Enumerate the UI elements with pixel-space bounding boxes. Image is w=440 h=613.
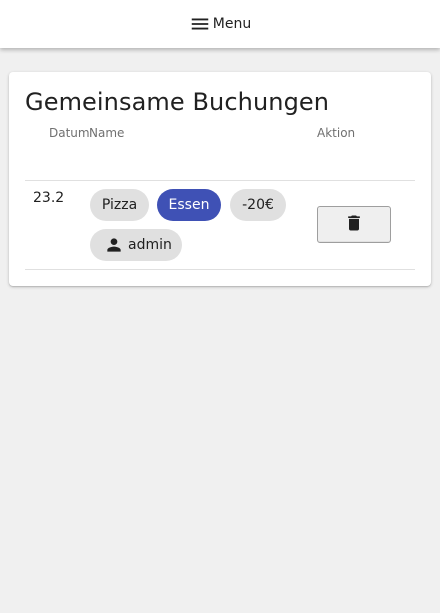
user-chip[interactable]: admin [90,229,182,261]
trash-icon [344,213,364,237]
top-app-bar: Menu [0,0,440,48]
row-divider [25,180,415,181]
tag-chip-pizza[interactable]: Pizza [90,189,149,221]
menu-label: Menu [212,16,252,32]
hamburger-menu-icon [189,13,211,35]
amount-chip[interactable]: -20€ [230,189,286,221]
shared-bookings-card: Gemeinsame Buchungen Datum Name Aktion 2… [9,72,431,286]
column-header-date: Datum [49,126,90,140]
tag-chip-essen[interactable]: Essen [157,189,221,221]
user-chip-label: admin [128,237,172,253]
person-icon [104,235,124,255]
row-divider [25,269,415,270]
delete-button[interactable] [317,206,391,243]
menu-button[interactable]: Menu [183,9,257,39]
column-header-action: Aktion [317,126,356,140]
page-title: Gemeinsame Buchungen [25,88,330,116]
column-header-name: Name [89,126,125,140]
booking-date: 23.2 [33,190,65,206]
